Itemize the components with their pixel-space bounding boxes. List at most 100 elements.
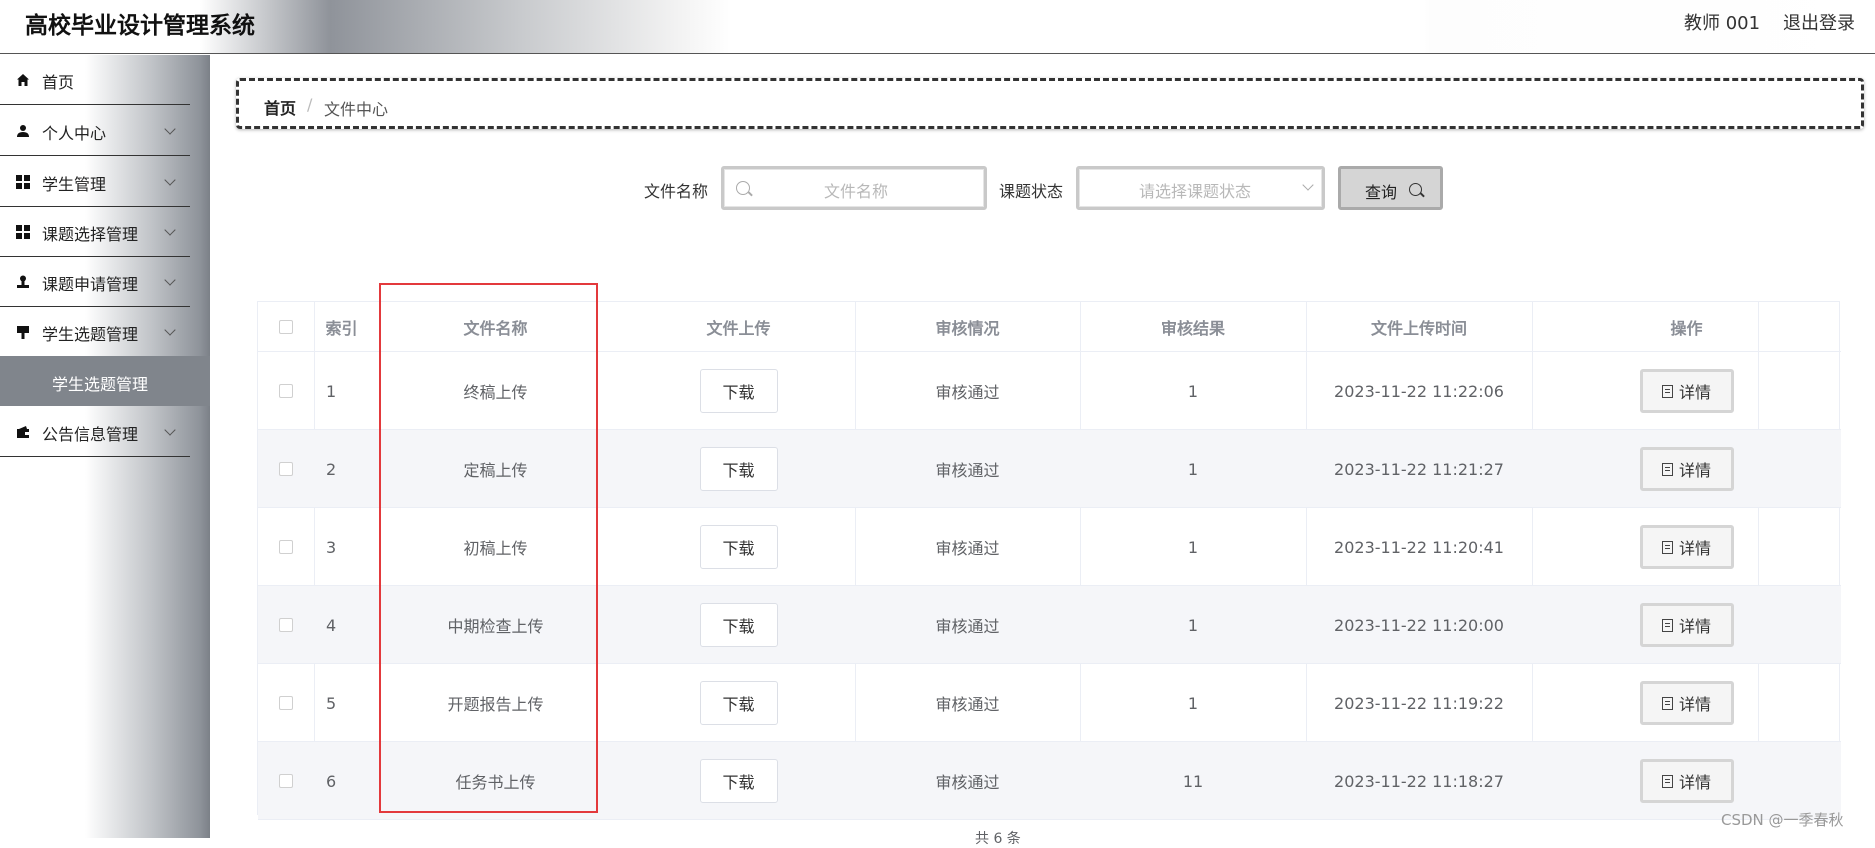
sidebar-item-label: 学生选题管理 xyxy=(42,325,139,344)
logout-link[interactable]: 退出登录 xyxy=(1783,9,1855,35)
query-button[interactable]: 查询 xyxy=(1338,166,1443,210)
stamp-icon xyxy=(17,275,29,288)
sidebar-item-students[interactable]: 学生管理 xyxy=(0,157,190,207)
header-review-result[interactable]: 审核结果 xyxy=(1080,302,1306,352)
row-checkbox[interactable] xyxy=(279,462,293,476)
document-icon xyxy=(1661,384,1673,398)
chevron-down-icon xyxy=(1302,179,1314,191)
row-review-status: 审核通过 xyxy=(935,695,1000,714)
sidebar-item-personal[interactable]: 个人中心 xyxy=(0,106,190,156)
detail-button-label: 详情 xyxy=(1678,695,1711,714)
header-index[interactable]: 索引 xyxy=(314,302,369,352)
sidebar-item-student-topics[interactable]: 学生选题管理 xyxy=(0,307,190,357)
document-icon xyxy=(1661,618,1673,632)
file-name-label: 文件名称 xyxy=(644,182,709,201)
topic-status-placeholder: 请选择课题状态 xyxy=(1139,182,1252,201)
sidebar-item-topic-application[interactable]: 课题申请管理 xyxy=(0,257,190,307)
breadcrumb-current: 文件中心 xyxy=(324,100,389,119)
row-review-status: 审核通过 xyxy=(935,461,1000,480)
row-checkbox[interactable] xyxy=(279,618,293,632)
row-upload-time: 2023-11-22 11:21:27 xyxy=(1334,459,1504,479)
app-title: 高校毕业设计管理系统 xyxy=(25,13,255,39)
row-checkbox[interactable] xyxy=(279,696,293,710)
row-checkbox[interactable] xyxy=(279,774,293,788)
detail-button-label: 详情 xyxy=(1678,383,1711,402)
row-index: 1 xyxy=(326,381,337,401)
row-review-result: 1 xyxy=(1187,537,1199,557)
row-checkbox[interactable] xyxy=(279,540,293,554)
detail-button[interactable]: 详情 xyxy=(1639,759,1734,803)
row-review-result: 1 xyxy=(1187,381,1199,401)
row-review-status: 审核通过 xyxy=(935,617,1000,636)
row-review-status: 审核通过 xyxy=(935,773,1000,792)
user-name[interactable]: 教师 001 xyxy=(1684,9,1760,35)
row-review-status: 审核通过 xyxy=(935,539,1000,558)
file-name-placeholder: 文件名称 xyxy=(824,182,889,201)
chevron-down-icon xyxy=(164,324,176,336)
chevron-down-icon xyxy=(164,224,176,236)
sidebar-item-topic-selection[interactable]: 课题选择管理 xyxy=(0,207,190,257)
home-icon xyxy=(17,74,29,86)
row-index: 5 xyxy=(326,693,337,713)
chevron-down-icon xyxy=(164,123,176,135)
download-button[interactable]: 下载 xyxy=(699,525,778,569)
row-review-result: 1 xyxy=(1187,693,1199,713)
detail-button[interactable]: 详情 xyxy=(1639,525,1734,569)
topic-status-select[interactable]: 请选择课题状态 xyxy=(1076,166,1325,210)
highlight-box xyxy=(379,283,598,813)
search-icon xyxy=(736,181,750,195)
detail-button-label: 详情 xyxy=(1678,773,1711,792)
row-upload-time: 2023-11-22 11:20:00 xyxy=(1334,615,1504,635)
sidebar-item-home[interactable]: 首页 xyxy=(0,55,190,105)
download-button[interactable]: 下载 xyxy=(699,447,778,491)
row-index: 6 xyxy=(326,771,337,791)
download-button[interactable]: 下载 xyxy=(699,759,778,803)
row-review-result: 11 xyxy=(1182,771,1204,791)
query-button-label: 查询 xyxy=(1365,183,1398,202)
row-review-status: 审核通过 xyxy=(935,383,1000,402)
brush-icon xyxy=(17,326,29,339)
row-checkbox[interactable] xyxy=(279,384,293,398)
grid-icon xyxy=(16,175,30,189)
row-index: 3 xyxy=(326,537,337,557)
detail-button[interactable]: 详情 xyxy=(1639,681,1734,725)
header-actions: 操作 xyxy=(1670,319,1703,338)
file-name-input[interactable]: 文件名称 xyxy=(721,166,987,210)
detail-button-label: 详情 xyxy=(1678,617,1711,636)
watermark: CSDN @一季春秋 xyxy=(1721,811,1844,829)
detail-button[interactable]: 详情 xyxy=(1639,603,1734,647)
breadcrumb-home[interactable]: 首页 xyxy=(264,95,296,119)
header-file-upload[interactable]: 文件上传 xyxy=(622,302,855,352)
download-button[interactable]: 下载 xyxy=(699,369,778,413)
pagination-total: 共 6 条 xyxy=(975,831,1021,847)
select-all-checkbox[interactable] xyxy=(279,320,293,334)
topic-status-label: 课题状态 xyxy=(999,182,1064,201)
chevron-down-icon xyxy=(164,274,176,286)
detail-button[interactable]: 详情 xyxy=(1639,369,1734,413)
detail-button-label: 详情 xyxy=(1678,461,1711,480)
sidebar: 首页 个人中心 学生管理 课题选择管理 课题申请管理 学生选题管理 学生选题管理… xyxy=(0,55,210,838)
detail-button[interactable]: 详情 xyxy=(1639,447,1734,491)
header-upload-time[interactable]: 文件上传时间 xyxy=(1306,302,1532,352)
row-index: 2 xyxy=(326,459,337,479)
download-button[interactable]: 下载 xyxy=(699,603,778,647)
sidebar-item-label: 课题选择管理 xyxy=(42,225,139,244)
row-review-result: 1 xyxy=(1187,615,1199,635)
row-upload-time: 2023-11-22 11:18:27 xyxy=(1334,771,1504,791)
document-icon xyxy=(1661,774,1673,788)
download-button[interactable]: 下载 xyxy=(699,681,778,725)
row-upload-time: 2023-11-22 11:20:41 xyxy=(1334,537,1504,557)
top-header: 高校毕业设计管理系统 教师 001 退出登录 xyxy=(0,0,1875,54)
header-review-status[interactable]: 审核情况 xyxy=(855,302,1080,352)
user-icon xyxy=(17,125,29,137)
row-review-result: 1 xyxy=(1187,459,1199,479)
breadcrumb: 首页 / 文件中心 xyxy=(236,78,1864,129)
breadcrumb-separator: / xyxy=(307,95,313,114)
wallet-icon xyxy=(17,426,29,438)
sidebar-item-announcements[interactable]: 公告信息管理 xyxy=(0,407,190,457)
sidebar-subitem-student-topics[interactable]: 学生选题管理 xyxy=(0,356,210,406)
chevron-down-icon xyxy=(164,174,176,186)
sidebar-subitem-label: 学生选题管理 xyxy=(52,375,149,394)
document-icon xyxy=(1661,696,1673,710)
row-upload-time: 2023-11-22 11:22:06 xyxy=(1334,381,1504,401)
